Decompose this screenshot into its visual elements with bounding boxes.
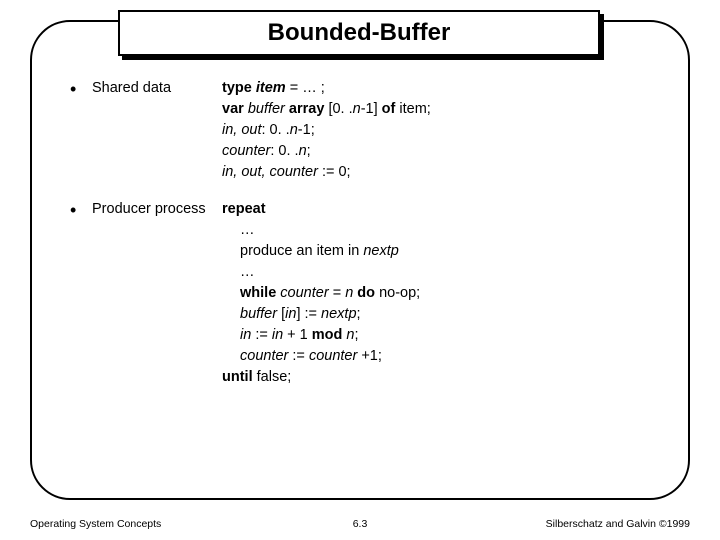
title-box: Bounded-Buffer (118, 10, 600, 56)
code-line: in, out: 0. .n-1; (222, 120, 670, 141)
shared-data-code: type item = … ; var buffer array [0. .n-… (222, 78, 670, 183)
bullet-shared-data: • Shared data type item = … ; var buffer… (70, 78, 670, 183)
footer: Operating System Concepts 6.3 Silberscha… (30, 518, 690, 530)
code-line: in := in + 1 mod n; (222, 325, 670, 346)
code-line: produce an item in nextp (222, 241, 670, 262)
slide: Bounded-Buffer • Shared data type item =… (0, 0, 720, 540)
slide-title: Bounded-Buffer (268, 19, 451, 47)
content-area: • Shared data type item = … ; var buffer… (70, 78, 670, 404)
code-line: … (222, 220, 670, 241)
code-line: … (222, 262, 670, 283)
bullet-dot-icon: • (70, 199, 92, 388)
code-line: type item = … ; (222, 78, 670, 99)
producer-code: repeat … produce an item in nextp … whil… (222, 199, 670, 388)
bullet-dot-icon: • (70, 78, 92, 183)
code-line: buffer [in] := nextp; (222, 304, 670, 325)
code-line: until false; (222, 367, 670, 388)
code-line: counter: 0. .n; (222, 141, 670, 162)
footer-page-number: 6.3 (353, 518, 368, 530)
bullet-label: Producer process (92, 199, 222, 388)
code-line: repeat (222, 199, 670, 220)
code-line: in, out, counter := 0; (222, 162, 670, 183)
code-line: var buffer array [0. .n-1] of item; (222, 99, 670, 120)
bullet-producer-process: • Producer process repeat … produce an i… (70, 199, 670, 388)
bullet-label: Shared data (92, 78, 222, 183)
footer-left: Operating System Concepts (30, 518, 161, 530)
code-line: while counter = n do no-op; (222, 283, 670, 304)
code-line: counter := counter +1; (222, 346, 670, 367)
footer-right: Silberschatz and Galvin ©1999 (546, 518, 690, 530)
